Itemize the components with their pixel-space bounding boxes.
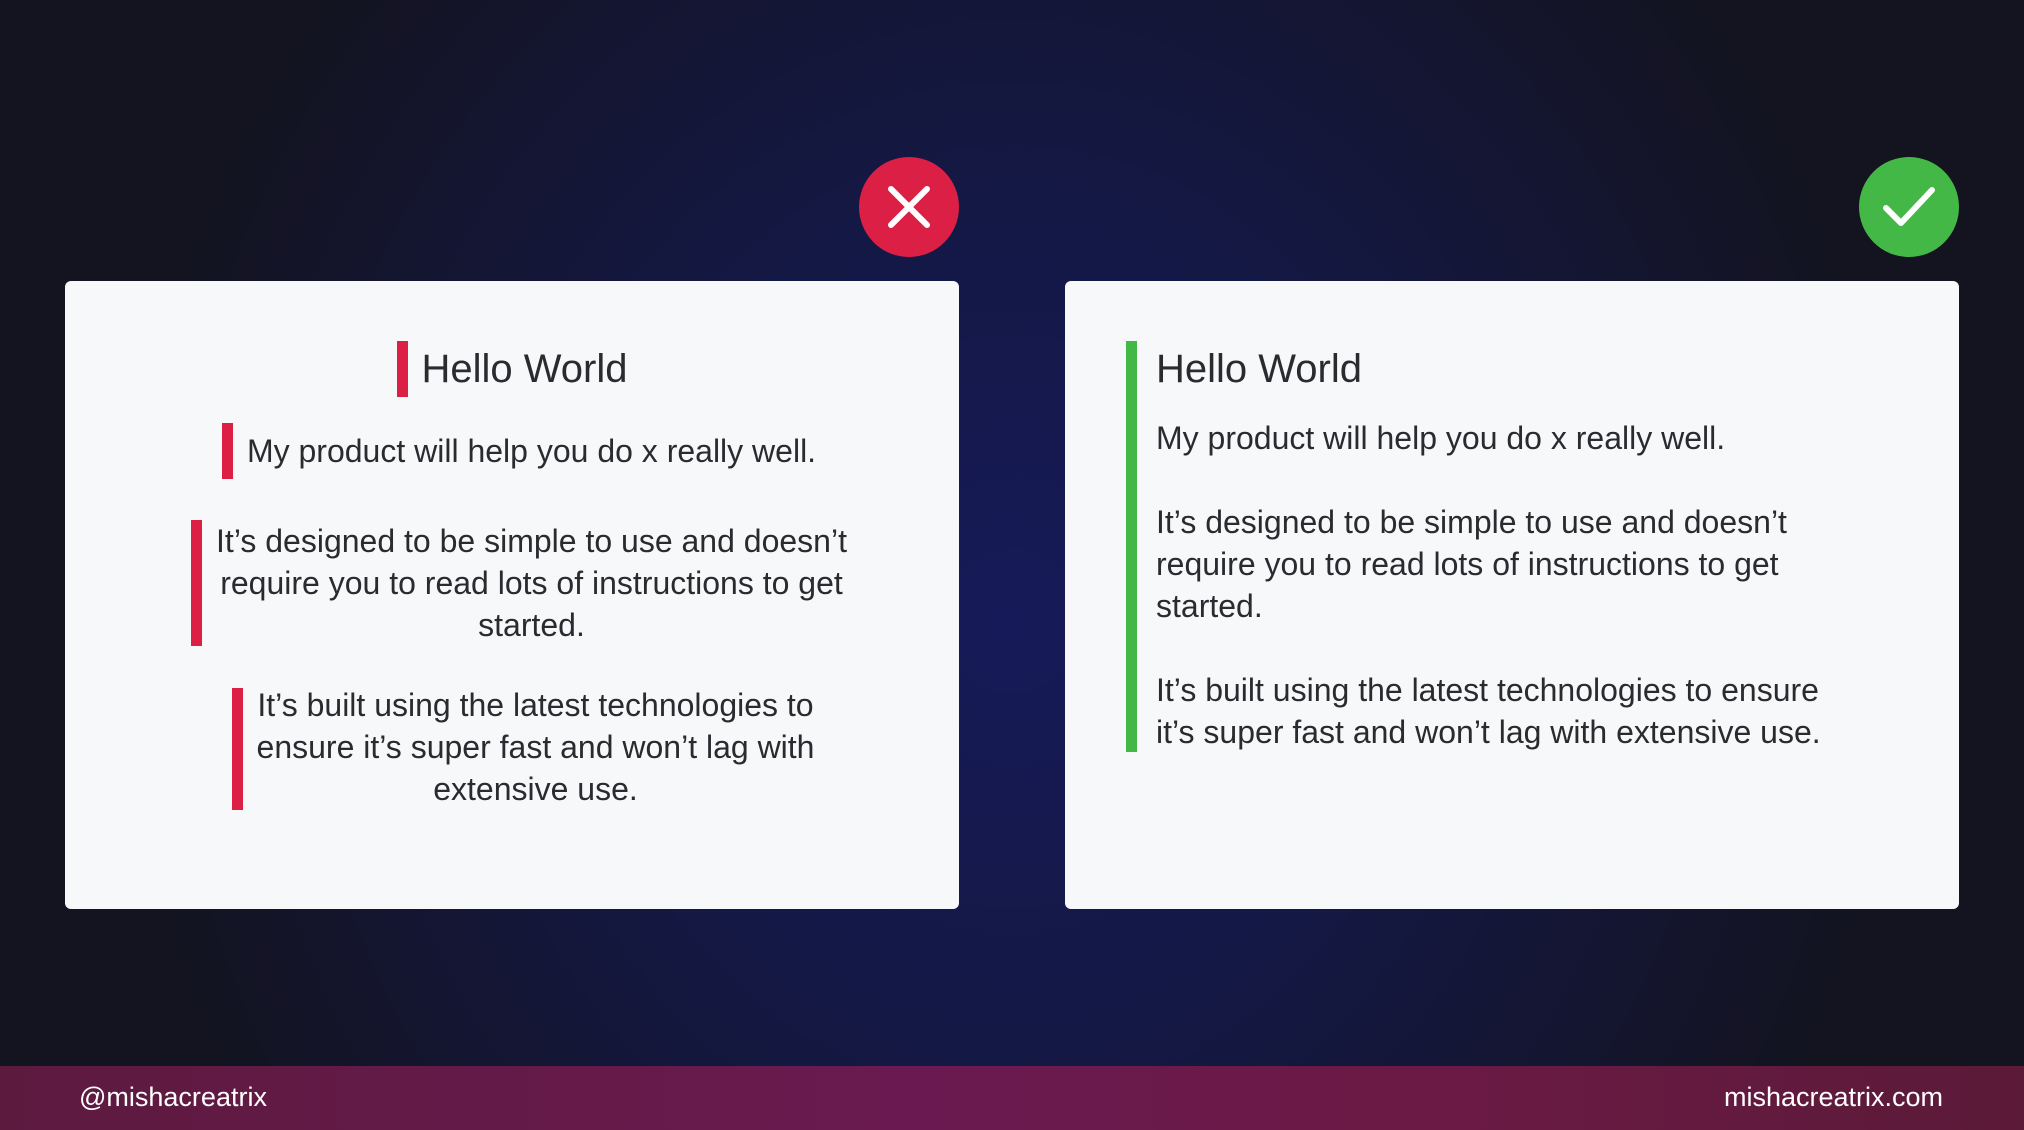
bad-paragraph-1: My product will help you do x really wel… [246,433,817,469]
bad-paragraph-2-block: It’s designed to be simple to use and do… [65,520,959,646]
bad-paragraph-1-block: My product will help you do x really wel… [65,423,959,479]
accent-bar [396,341,408,397]
website-link[interactable]: mishacreatrix.com [1724,1082,1943,1113]
good-example-badge [1859,157,1959,257]
good-paragraph-3: It’s built using the latest technologies… [1156,669,1821,753]
text-line: It’s designed to be simple to use and do… [216,523,847,559]
text-line: require you to read lots of instructions… [1156,546,1779,582]
accent-bar [191,520,203,646]
good-content: Hello World My product will help you do … [1156,341,1821,753]
x-mark-icon [888,186,930,228]
good-paragraph-1: My product will help you do x really wel… [1156,420,1726,456]
text-line: started. [478,607,585,643]
bad-title-block: Hello World [65,341,959,397]
text-line: started. [1156,588,1263,624]
text-line: ensure it’s super fast and won’t lag wit… [256,729,815,765]
text-line: It’s built using the latest technologies… [257,687,814,723]
text-line: require you to read lots of instructions… [220,565,843,601]
text-line: It’s built using the latest technologies… [1156,672,1819,708]
good-title: Hello World [1156,347,1362,391]
bad-example-card: Hello World My product will help you do … [65,281,959,909]
bad-paragraph-3: It’s built using the latest technologies… [243,684,815,810]
bad-title: Hello World [421,347,628,391]
text-line: extensive use. [433,771,638,807]
text-line: It’s designed to be simple to use and do… [1156,504,1787,540]
footer: @mishacreatrix mishacreatrix.com [0,1066,2024,1130]
text-line: it’s super fast and won’t lag with exten… [1156,714,1821,750]
checkmark-icon [1883,187,1935,226]
accent-bar [1126,341,1137,752]
accent-bar [221,423,233,479]
good-paragraph-2: It’s designed to be simple to use and do… [1156,501,1821,627]
good-example-card: Hello World My product will help you do … [1065,281,1959,909]
social-handle[interactable]: @mishacreatrix [79,1082,267,1113]
bad-paragraph-3-block: It’s built using the latest technologies… [65,684,959,810]
bad-example-badge [859,157,959,257]
bad-paragraph-2: It’s designed to be simple to use and do… [202,520,847,646]
accent-bar [231,688,243,810]
